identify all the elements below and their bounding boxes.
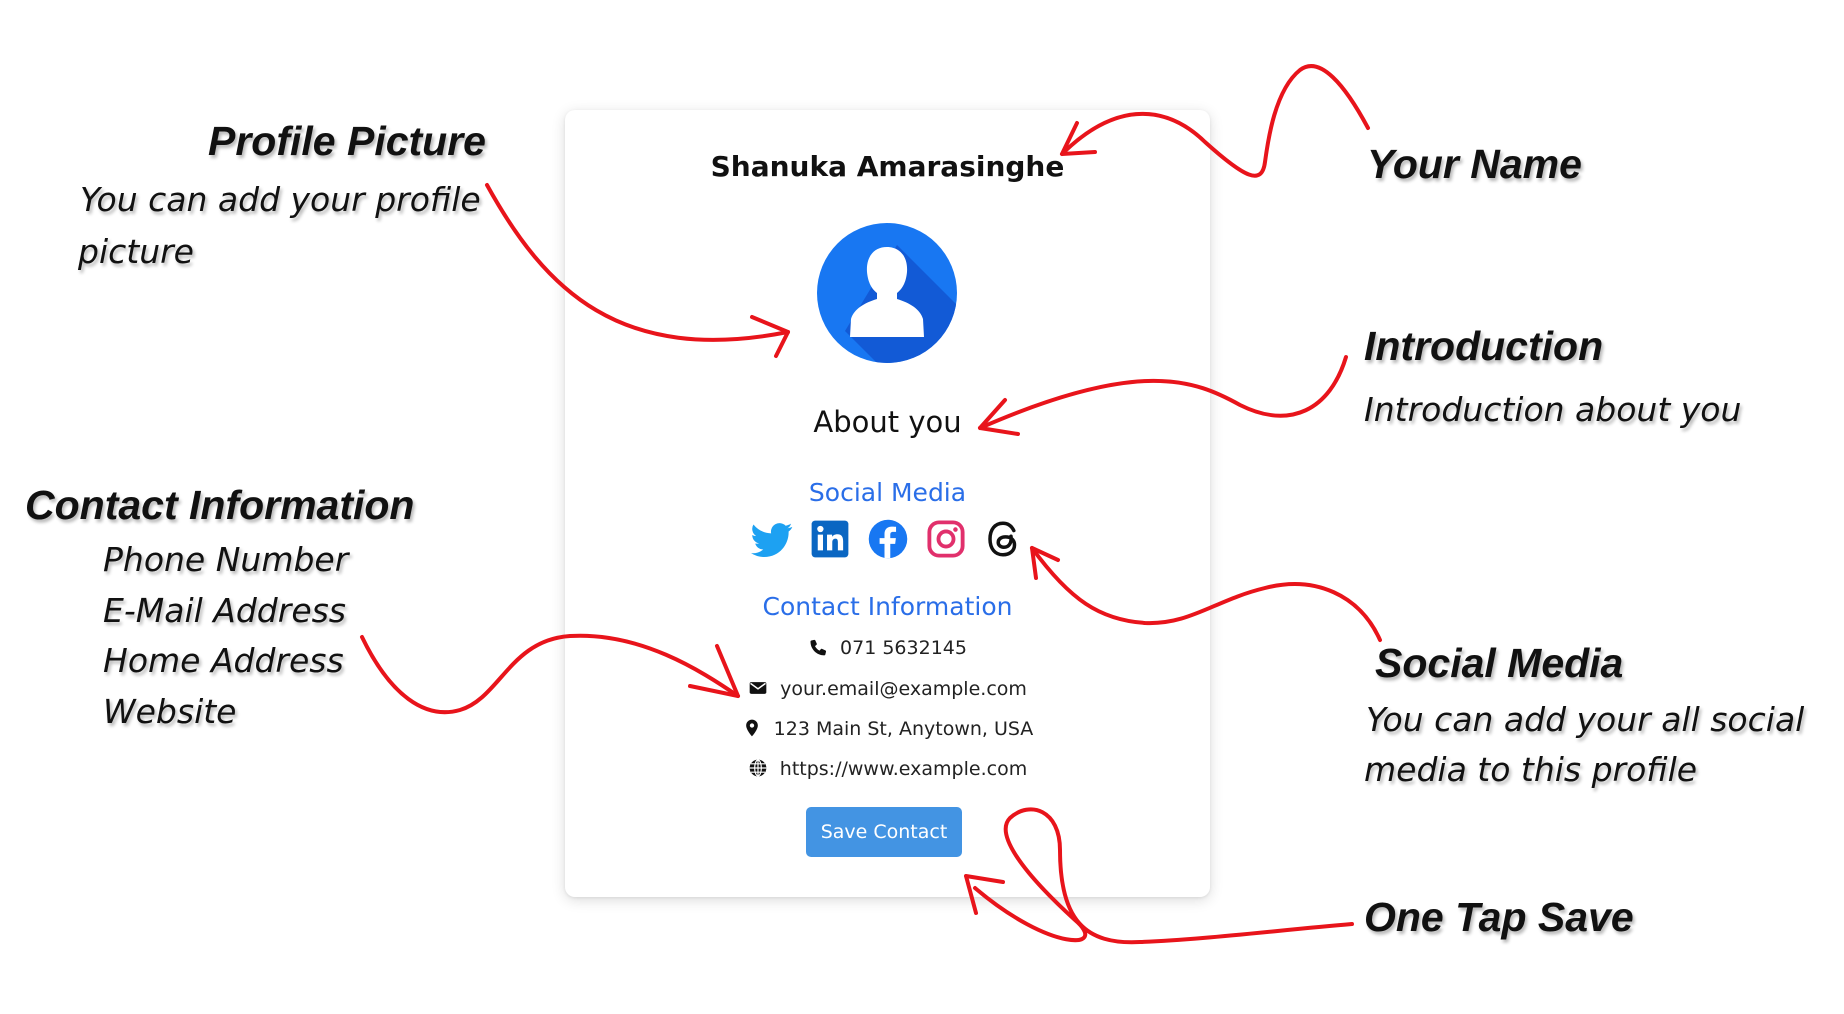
annotation-contact-item: Phone Number <box>103 540 349 579</box>
facebook-icon[interactable] <box>867 518 909 560</box>
annotation-contact-item: E-Mail Address <box>103 591 347 630</box>
annotation-social-media-line2: media to this profile <box>1364 750 1698 789</box>
instagram-icon[interactable] <box>925 518 967 560</box>
annotation-profile-picture-title: Profile Picture <box>208 118 486 164</box>
annotation-social-media-line1: You can add your all social <box>1366 700 1805 739</box>
phone-row: 071 5632145 <box>565 637 1210 659</box>
annotation-contact-information-title: Contact Information <box>25 482 415 528</box>
address-row: 123 Main St, Anytown, USA <box>565 718 1210 740</box>
email-address[interactable]: your.email@example.com <box>780 678 1027 700</box>
annotation-introduction-line1: Introduction about you <box>1364 390 1742 429</box>
annotation-contact-item: Website <box>103 692 237 731</box>
phone-icon <box>808 637 828 657</box>
threads-icon[interactable] <box>983 518 1025 560</box>
about-text: About you <box>813 405 962 439</box>
annotation-profile-picture-line2: picture <box>78 232 194 271</box>
phone-number[interactable]: 071 5632145 <box>840 637 967 659</box>
social-links <box>565 518 1210 560</box>
avatar <box>817 223 957 363</box>
annotation-contact-item: Home Address <box>103 641 344 680</box>
annotation-your-name-title: Your Name <box>1367 141 1582 187</box>
twitter-icon[interactable] <box>750 518 793 560</box>
contact-information-heading: Contact Information <box>762 592 1013 621</box>
envelope-icon <box>748 678 768 698</box>
annotation-one-tap-save-title: One Tap Save <box>1364 894 1634 940</box>
email-row: your.email@example.com <box>565 678 1210 700</box>
home-address[interactable]: 123 Main St, Anytown, USA <box>774 718 1034 740</box>
contact-card: Shanuka Amarasinghe About you Social Med… <box>565 110 1210 897</box>
annotation-introduction-title: Introduction <box>1364 323 1604 369</box>
website-link[interactable]: https://www.example.com <box>780 758 1027 780</box>
annotation-profile-picture-line1: You can add your profile <box>80 180 481 219</box>
annotation-social-media-title: Social Media <box>1375 640 1624 686</box>
map-pin-icon <box>742 718 762 738</box>
profile-name: Shanuka Amarasinghe <box>710 150 1065 183</box>
user-silhouette-icon <box>817 223 957 363</box>
globe-icon <box>748 758 768 778</box>
website-row: https://www.example.com <box>565 758 1210 780</box>
linkedin-icon[interactable] <box>809 518 851 560</box>
social-media-heading: Social Media <box>808 478 967 507</box>
save-contact-button[interactable]: Save Contact <box>806 807 962 857</box>
